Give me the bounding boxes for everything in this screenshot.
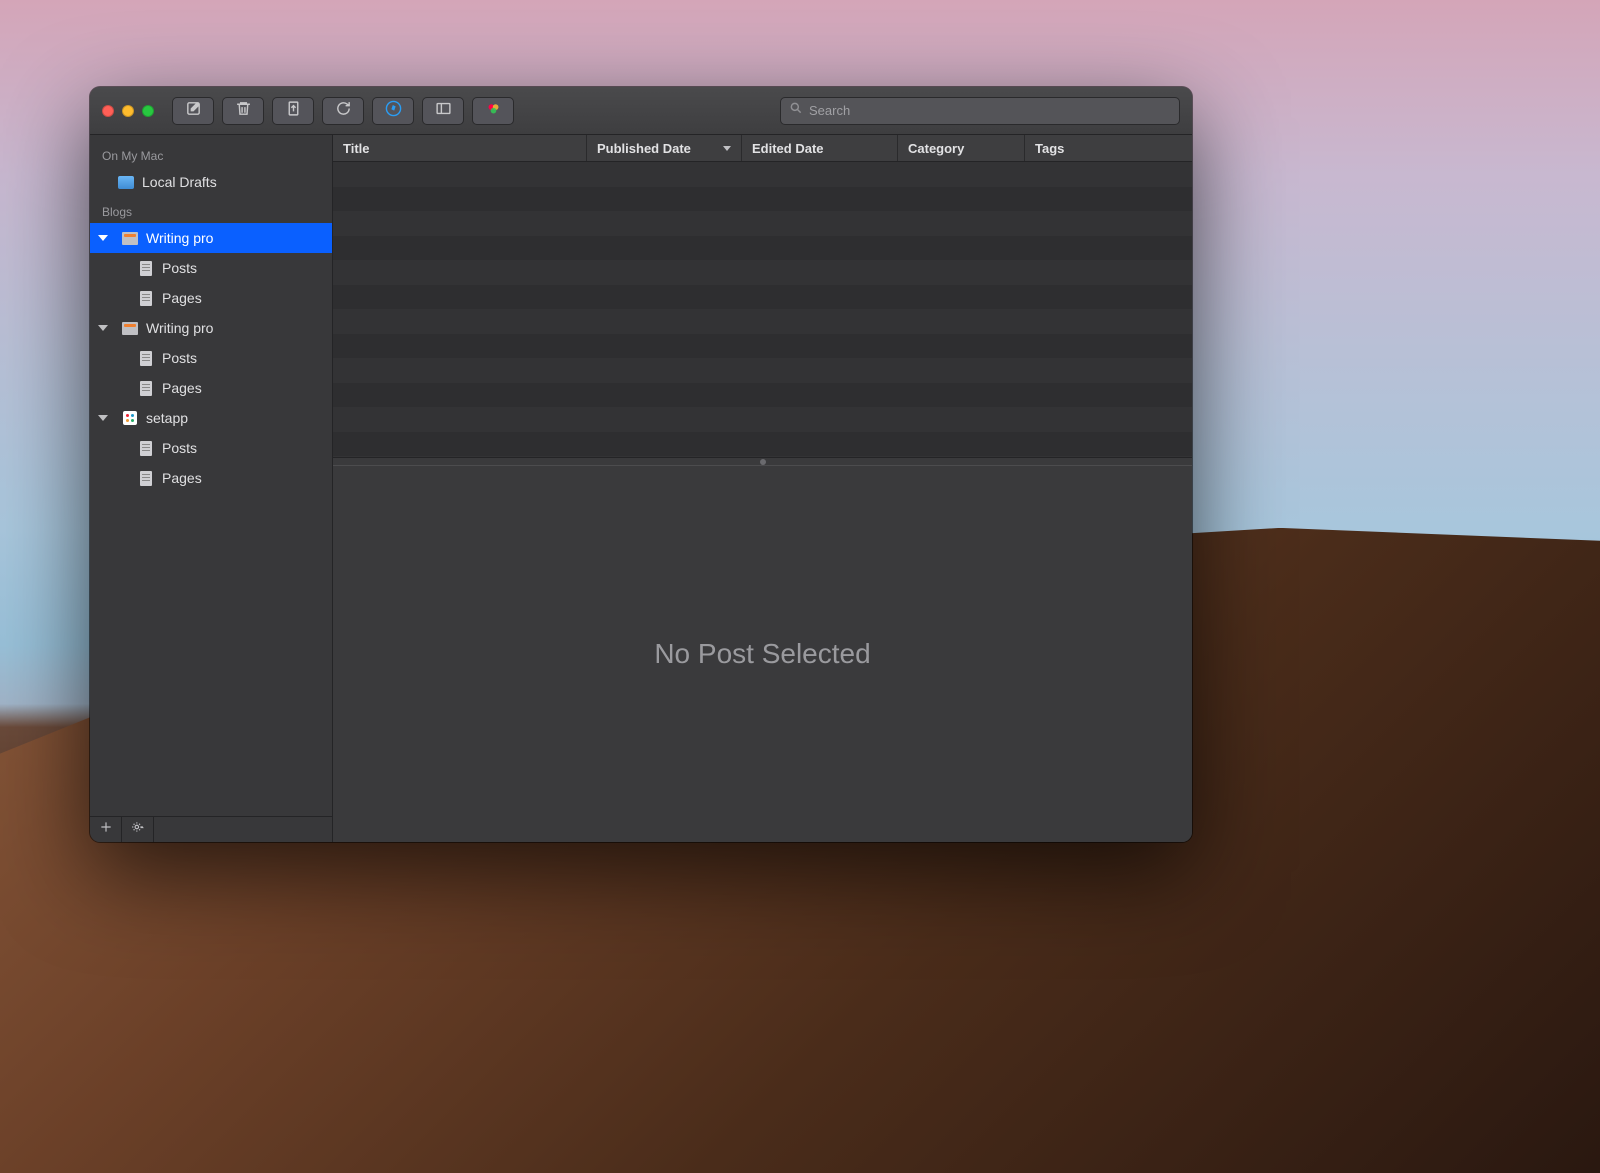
table-row (333, 309, 1192, 334)
sidebar-item-local-drafts[interactable]: Local Drafts (90, 167, 332, 197)
sidebar-item-blog-writing-pro[interactable]: Writing pro (90, 223, 332, 253)
sidebar-item-label: Pages (162, 290, 202, 306)
column-headers: Title Published Date Edited Date Categor… (333, 135, 1192, 162)
sidebar-item-posts[interactable]: Posts (90, 253, 332, 283)
disclosure-triangle-icon[interactable] (98, 325, 108, 331)
table-row (333, 236, 1192, 261)
delete-button[interactable] (222, 97, 264, 125)
search-field[interactable] (780, 97, 1180, 125)
sidebar-item-label: Posts (162, 260, 197, 276)
main-panel: Title Published Date Edited Date Categor… (333, 135, 1192, 842)
column-header-title[interactable]: Title (333, 135, 587, 161)
compose-button[interactable] (172, 97, 214, 125)
traffic-lights (102, 105, 154, 117)
actions-menu-button[interactable] (122, 817, 154, 842)
sidebar-item-pages[interactable]: Pages (90, 463, 332, 493)
preview-in-browser-button[interactable] (372, 97, 414, 125)
column-header-published-date[interactable]: Published Date (587, 135, 742, 161)
table-row (333, 334, 1192, 359)
minimize-window-button[interactable] (122, 105, 134, 117)
disclosure-triangle-icon[interactable] (98, 235, 108, 241)
sidebar-item-blog-setapp[interactable]: setapp (90, 403, 332, 433)
document-icon (138, 471, 154, 485)
disclosure-triangle-icon[interactable] (98, 415, 108, 421)
table-row (333, 162, 1192, 187)
setapp-icon (122, 411, 138, 425)
sidebar-footer (90, 816, 332, 842)
blog-icon (122, 321, 138, 335)
sidebar-section-header: Blogs (90, 197, 332, 223)
sort-descending-icon (723, 146, 731, 151)
media-button[interactable] (472, 97, 514, 125)
sidebar-item-label: Posts (162, 350, 197, 366)
document-upload-icon (285, 100, 302, 122)
sidebar-item-posts[interactable]: Posts (90, 433, 332, 463)
table-row (333, 260, 1192, 285)
trash-icon (235, 100, 252, 122)
sidebar: On My Mac Local Drafts Blogs Writing pro… (90, 135, 333, 842)
sidebar-item-posts[interactable]: Posts (90, 343, 332, 373)
column-header-category[interactable]: Category (898, 135, 1025, 161)
refresh-icon (335, 100, 352, 122)
sidebar-item-label: Pages (162, 470, 202, 486)
document-icon (138, 381, 154, 395)
table-row (333, 187, 1192, 212)
photos-icon (485, 100, 502, 122)
sidebar-item-label: Writing pro (146, 230, 213, 246)
search-input[interactable] (809, 103, 1171, 118)
layout-icon (435, 100, 452, 122)
add-button[interactable] (90, 817, 122, 842)
blog-icon (122, 231, 138, 245)
sidebar-item-label: Local Drafts (142, 174, 217, 190)
fullscreen-window-button[interactable] (142, 105, 154, 117)
publish-button[interactable] (272, 97, 314, 125)
sidebar-item-blog-writing-pro-2[interactable]: Writing pro (90, 313, 332, 343)
gear-dropdown-icon (131, 820, 145, 839)
compass-icon (385, 100, 402, 122)
document-icon (138, 351, 154, 365)
titlebar (90, 87, 1192, 135)
close-window-button[interactable] (102, 105, 114, 117)
sidebar-item-label: setapp (146, 410, 188, 426)
sidebar-item-pages[interactable]: Pages (90, 283, 332, 313)
sidebar-section-header: On My Mac (90, 141, 332, 167)
sidebar-item-label: Pages (162, 380, 202, 396)
column-header-tags[interactable]: Tags (1025, 135, 1192, 161)
post-list[interactable] (333, 162, 1192, 458)
document-icon (138, 261, 154, 275)
sidebar-item-label: Posts (162, 440, 197, 456)
search-icon (789, 101, 803, 120)
table-row (333, 432, 1192, 457)
table-row (333, 285, 1192, 310)
empty-state-text: No Post Selected (654, 638, 870, 670)
table-row (333, 211, 1192, 236)
table-row (333, 358, 1192, 383)
preview-pane: No Post Selected (333, 466, 1192, 842)
splitter-grip-icon (760, 459, 766, 465)
compose-icon (185, 100, 202, 122)
layout-button[interactable] (422, 97, 464, 125)
document-icon (138, 291, 154, 305)
pane-splitter[interactable] (333, 458, 1192, 466)
sidebar-item-pages[interactable]: Pages (90, 373, 332, 403)
sidebar-item-label: Writing pro (146, 320, 213, 336)
plus-icon (99, 820, 113, 839)
table-row (333, 383, 1192, 408)
app-window: On My Mac Local Drafts Blogs Writing pro… (90, 87, 1192, 842)
folder-icon (118, 175, 134, 189)
table-row (333, 407, 1192, 432)
refresh-button[interactable] (322, 97, 364, 125)
column-header-edited-date[interactable]: Edited Date (742, 135, 898, 161)
document-icon (138, 441, 154, 455)
